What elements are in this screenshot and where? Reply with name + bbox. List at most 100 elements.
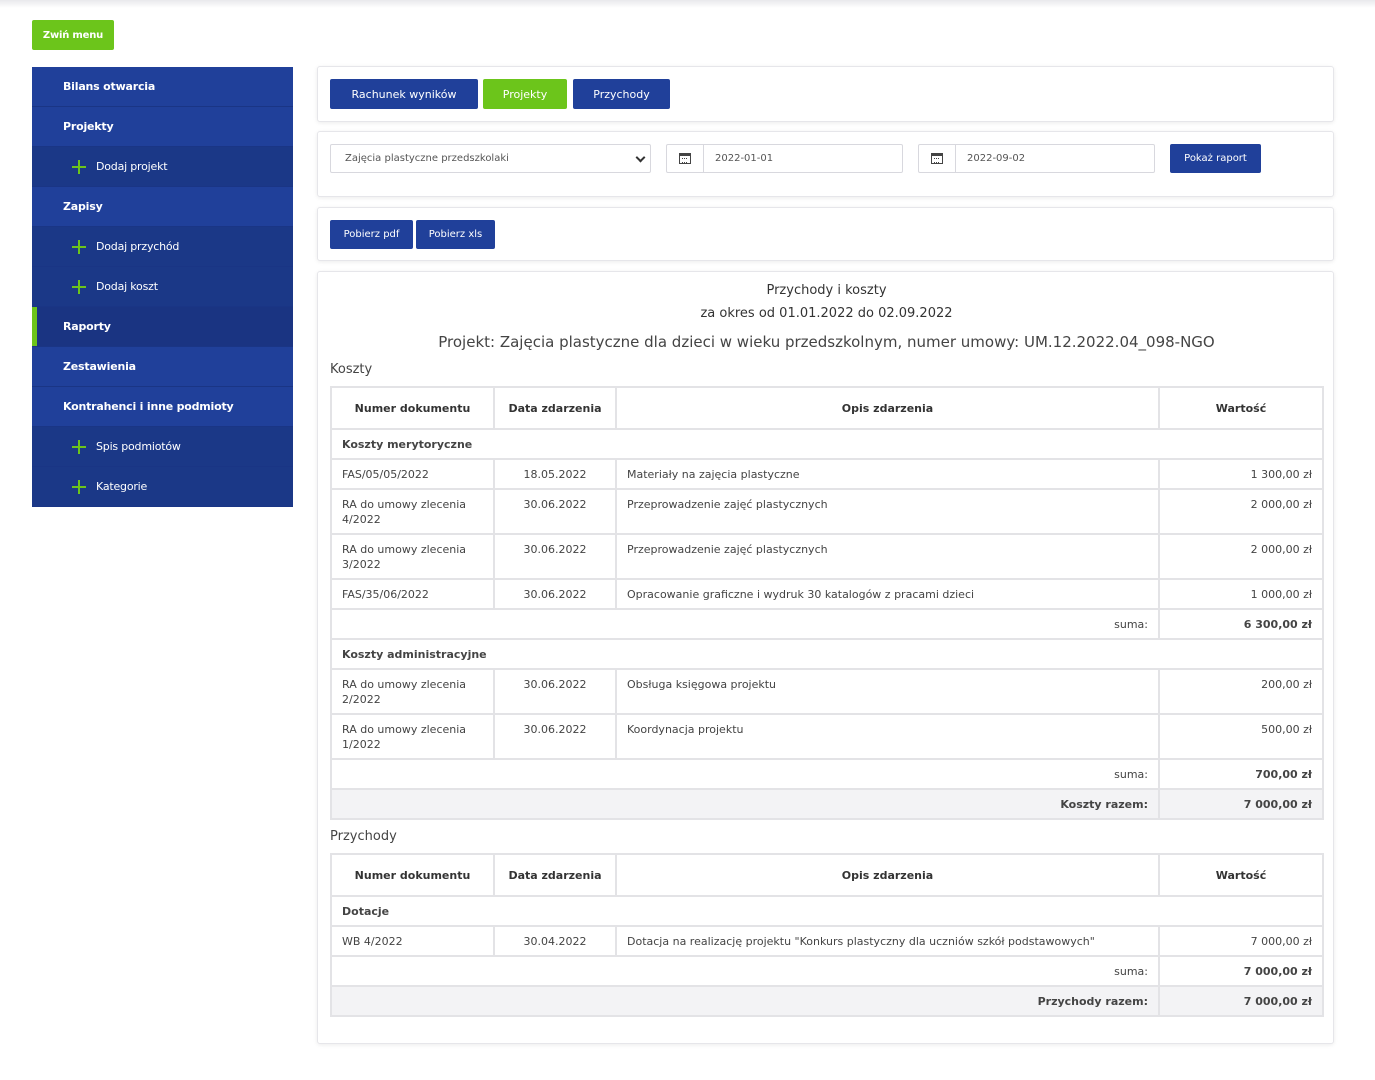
income-section-label: Przychody bbox=[330, 829, 397, 844]
sidebar-item[interactable]: Kontrahenci i inne podmioty bbox=[32, 387, 293, 427]
event-description: Dotacja na realizację projektu "Konkurs … bbox=[615, 925, 1160, 957]
sum-row: suma: 7 000,00 zł bbox=[330, 955, 1324, 987]
date-from-input[interactable] bbox=[704, 145, 902, 172]
group-name: Koszty administracyjne bbox=[330, 638, 1324, 670]
costs-section-label: Koszty bbox=[330, 362, 373, 377]
event-value: 500,00 zł bbox=[1158, 713, 1324, 760]
tab-income[interactable]: Przychody bbox=[573, 79, 670, 109]
sum-value: 700,00 zł bbox=[1158, 758, 1324, 790]
table-header-row: Numer dokumentu Data zdarzenia Opis zdarze… bbox=[330, 853, 1324, 897]
document-number: WB 4/2022 bbox=[330, 925, 495, 957]
project-select-value: Zajęcia plastyczne przedszkolaki bbox=[345, 153, 509, 164]
sidebar-item-label: Dodaj koszt bbox=[96, 280, 158, 293]
sidebar-item[interactable]: Projekty bbox=[32, 107, 293, 147]
date-to-calendar-button[interactable] bbox=[919, 145, 956, 172]
download-pdf-button[interactable]: Pobierz pdf bbox=[330, 220, 413, 249]
download-xls-button[interactable]: Pobierz xls bbox=[416, 220, 495, 249]
sidebar-item-label: Dodaj przychód bbox=[96, 240, 180, 253]
sidebar-item[interactable]: Zapisy bbox=[32, 187, 293, 227]
table-row: WB 4/2022 30.04.2022 Dotacja na realizację… bbox=[330, 925, 1324, 957]
report-panel: Przychody i koszty za okres od 01.01.202… bbox=[317, 271, 1334, 1044]
report-project: Projekt: Zajęcia plastyczne dla dzieci w… bbox=[438, 333, 1215, 351]
top-shadow bbox=[0, 0, 1375, 8]
income-table: Numer dokumentu Data zdarzenia Opis zdarze… bbox=[330, 853, 1324, 1017]
total-label: Koszty razem: bbox=[330, 788, 1160, 820]
sidebar-item-label: Kontrahenci i inne podmioty bbox=[63, 400, 234, 413]
table-row: FAS/35/06/2022 30.06.2022 Opracowanie graf… bbox=[330, 578, 1324, 610]
column-header-date: Data zdarzenia bbox=[493, 853, 617, 897]
project-select[interactable]: Zajęcia plastyczne przedszkolaki bbox=[330, 144, 651, 173]
group-name: Koszty merytoryczne bbox=[330, 428, 1324, 460]
column-header-description: Opis zdarzenia bbox=[615, 853, 1160, 897]
chevron-down-icon bbox=[635, 152, 646, 163]
filter-panel: Zajęcia plastyczne przedszkolaki Pokaż r… bbox=[317, 131, 1334, 197]
document-number: RA do umowy zlecenia 3/2022 bbox=[330, 533, 495, 580]
event-description: Opracowanie graficzne i wydruk 30 katalo… bbox=[615, 578, 1160, 610]
total-label: Przychody razem: bbox=[330, 985, 1160, 1017]
document-number: RA do umowy zlecenia 1/2022 bbox=[330, 713, 495, 760]
total-value: 7 000,00 zł bbox=[1158, 985, 1324, 1017]
plus-icon bbox=[72, 159, 86, 174]
event-date: 30.06.2022 bbox=[493, 488, 617, 535]
plus-icon bbox=[72, 439, 86, 454]
sidebar-item-label: Dodaj projekt bbox=[96, 160, 168, 173]
column-header-number: Numer dokumentu bbox=[330, 853, 495, 897]
column-header-value: Wartość bbox=[1158, 386, 1324, 430]
event-value: 1 000,00 zł bbox=[1158, 578, 1324, 610]
event-date: 30.06.2022 bbox=[493, 713, 617, 760]
event-description: Koordynacja projektu bbox=[615, 713, 1160, 760]
tab-results[interactable]: Rachunek wyników bbox=[330, 79, 478, 109]
plus-icon bbox=[72, 279, 86, 294]
download-panel: Pobierz pdf Pobierz xls bbox=[317, 207, 1334, 261]
sidebar-item[interactable]: Dodaj koszt bbox=[32, 267, 293, 307]
event-description: Materiały na zajęcia plastyczne bbox=[615, 458, 1160, 490]
sidebar-item[interactable]: Zestawienia bbox=[32, 347, 293, 387]
document-number: FAS/35/06/2022 bbox=[330, 578, 495, 610]
sidebar-item[interactable]: Spis podmiotów bbox=[32, 427, 293, 467]
toggle-menu-button[interactable]: Zwiń menu bbox=[32, 20, 114, 50]
event-description: Przeprowadzenie zajęć plastycznych bbox=[615, 533, 1160, 580]
event-date: 30.06.2022 bbox=[493, 533, 617, 580]
event-description: Obsługa księgowa projektu bbox=[615, 668, 1160, 715]
total-row: Przychody razem: 7 000,00 zł bbox=[330, 985, 1324, 1017]
tab-projects[interactable]: Projekty bbox=[483, 79, 567, 109]
column-header-description: Opis zdarzenia bbox=[615, 386, 1160, 430]
sidebar-item-label: Zapisy bbox=[63, 200, 103, 213]
document-number: FAS/05/05/2022 bbox=[330, 458, 495, 490]
column-header-value: Wartość bbox=[1158, 853, 1324, 897]
column-header-number: Numer dokumentu bbox=[330, 386, 495, 430]
sidebar-item[interactable]: Kategorie bbox=[32, 467, 293, 507]
table-row: RA do umowy zlecenia 3/2022 30.06.2022 Prz… bbox=[330, 533, 1324, 580]
sidebar-item[interactable]: Bilans otwarcia bbox=[32, 67, 293, 107]
sum-label: suma: bbox=[330, 608, 1160, 640]
sidebar-item[interactable]: Raporty bbox=[32, 307, 293, 347]
event-value: 200,00 zł bbox=[1158, 668, 1324, 715]
show-report-button[interactable]: Pokaż raport bbox=[1170, 144, 1261, 173]
event-description: Przeprowadzenie zajęć plastycznych bbox=[615, 488, 1160, 535]
sidebar-item-label: Bilans otwarcia bbox=[63, 80, 156, 93]
event-value: 2 000,00 zł bbox=[1158, 533, 1324, 580]
table-row: RA do umowy zlecenia 4/2022 30.06.2022 Prz… bbox=[330, 488, 1324, 535]
sum-row: suma: 700,00 zł bbox=[330, 758, 1324, 790]
table-row: FAS/05/05/2022 18.05.2022 Materiały na zaj… bbox=[330, 458, 1324, 490]
document-number: RA do umowy zlecenia 2/2022 bbox=[330, 668, 495, 715]
document-number: RA do umowy zlecenia 4/2022 bbox=[330, 488, 495, 535]
date-to-input[interactable] bbox=[956, 145, 1154, 172]
sidebar-item[interactable]: Dodaj projekt bbox=[32, 147, 293, 187]
sidebar-item[interactable]: Dodaj przychód bbox=[32, 227, 293, 267]
group-row: Koszty merytoryczne bbox=[330, 428, 1324, 460]
table-header-row: Numer dokumentu Data zdarzenia Opis zdarze… bbox=[330, 386, 1324, 430]
group-name: Dotacje bbox=[330, 895, 1324, 927]
sum-value: 6 300,00 zł bbox=[1158, 608, 1324, 640]
column-header-date: Data zdarzenia bbox=[493, 386, 617, 430]
calendar-icon bbox=[679, 153, 691, 164]
date-from-calendar-button[interactable] bbox=[667, 145, 704, 172]
costs-table: Numer dokumentu Data zdarzenia Opis zdarze… bbox=[330, 386, 1324, 820]
date-from-field bbox=[666, 144, 903, 173]
sidebar-item-label: Zestawienia bbox=[63, 360, 136, 373]
event-value: 2 000,00 zł bbox=[1158, 488, 1324, 535]
sum-row: suma: 6 300,00 zł bbox=[330, 608, 1324, 640]
report-period: za okres od 01.01.2022 do 02.09.2022 bbox=[700, 306, 953, 321]
sidebar-item-label: Raporty bbox=[63, 320, 111, 333]
sidebar: Bilans otwarcia Projekty Dodaj projekt Zapi… bbox=[32, 67, 293, 507]
